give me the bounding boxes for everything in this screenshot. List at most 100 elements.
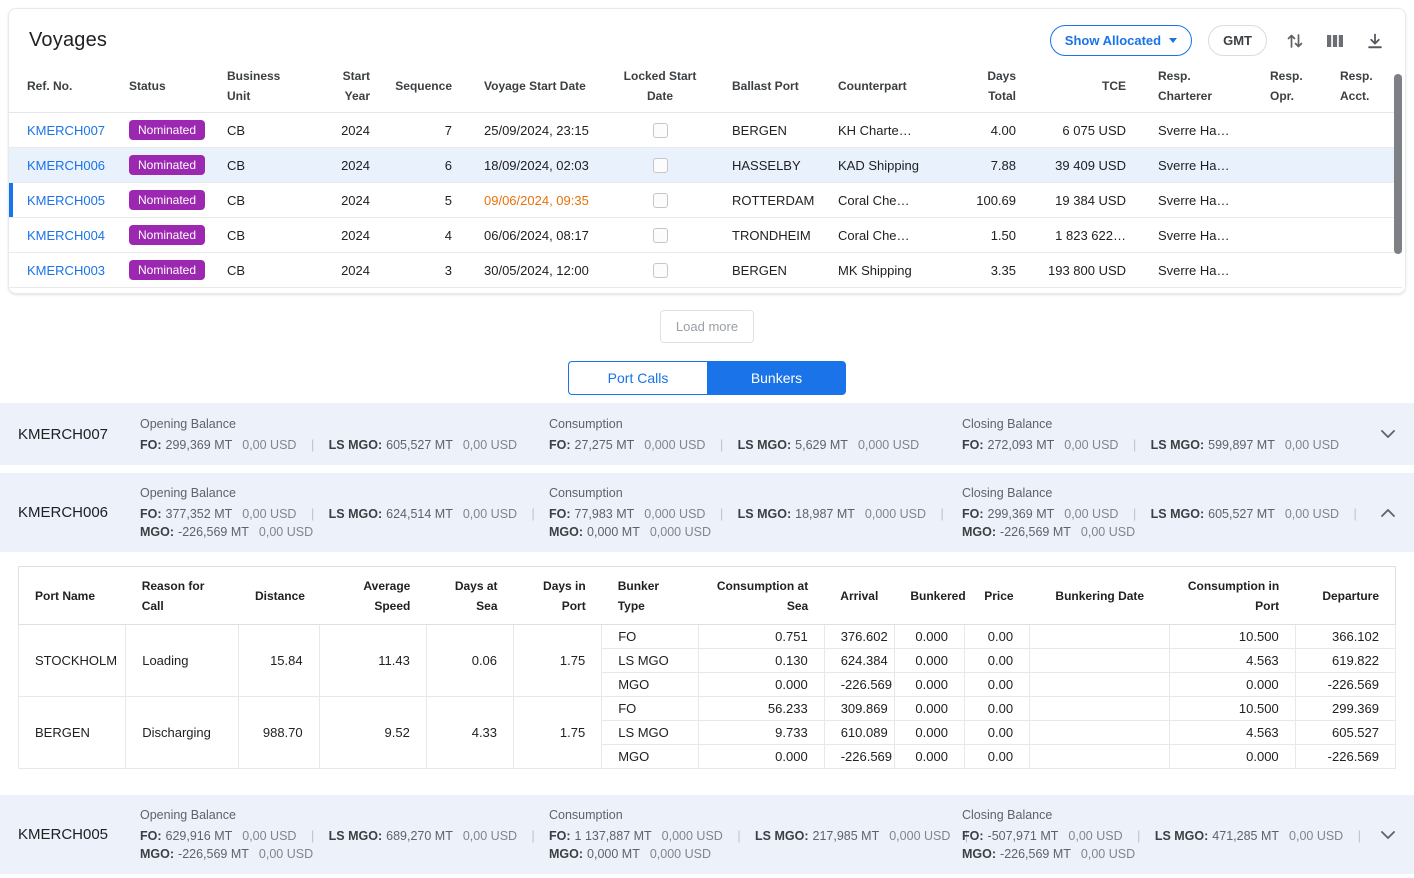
cell-departure: 605.527 <box>1295 721 1395 745</box>
voyage-ref-link[interactable]: KMERCH003 <box>27 263 105 278</box>
voyage-ref-link[interactable]: KMERCH007 <box>27 123 105 138</box>
voyage-ref-link[interactable]: KMERCH004 <box>27 228 105 243</box>
expand-chevron-icon[interactable] <box>1378 825 1398 845</box>
cell-voyage-start-date: 30/05/2024, 12:00 <box>468 253 604 288</box>
cell-bunker-type: MGO <box>602 673 699 697</box>
col-sequence[interactable]: Sequence <box>378 60 468 113</box>
columns-icon[interactable] <box>1323 29 1347 53</box>
cell-resp-charterer: Sverre Ha… <box>1142 218 1254 253</box>
cell-days-in-port: 1.75 <box>514 625 602 697</box>
cell-arrival: 624.384 <box>824 649 894 673</box>
cell-port-name: STOCKHOLM <box>19 625 126 697</box>
consumption-group: Consumption FO:27,275 MT0,000 USD | LS M… <box>549 415 962 454</box>
expand-chevron-icon[interactable] <box>1378 424 1398 444</box>
cell-resp-opr <box>1254 253 1332 288</box>
cell-start-year: 2024 <box>324 113 378 148</box>
locked-start-date-checkbox[interactable] <box>653 193 668 208</box>
table-row[interactable]: KMERCH006 Nominated CB 2024 6 18/09/2024… <box>9 148 1402 183</box>
sort-icon[interactable] <box>1283 29 1307 53</box>
table-row[interactable]: KMERCH003 Nominated CB 2024 3 30/05/2024… <box>9 253 1402 288</box>
cell-price: 0.00 <box>964 721 1029 745</box>
show-allocated-dropdown[interactable]: Show Allocated <box>1050 25 1192 56</box>
cell-status: Nominated <box>113 253 211 288</box>
load-more-button[interactable]: Load more <box>660 310 754 343</box>
cell-resp-acct <box>1332 253 1402 288</box>
download-icon[interactable] <box>1363 29 1387 53</box>
col-start-year[interactable]: Start Year <box>324 60 378 113</box>
cell-tce: 39 409 USD <box>1032 148 1142 183</box>
col-ballast-port[interactable]: Ballast Port <box>716 60 822 113</box>
col-average-speed: Average Speed <box>319 567 426 625</box>
cell-days-at-sea: 4.33 <box>426 697 513 769</box>
cell-voyage-start-date: 09/06/2024, 09:35 <box>468 183 604 218</box>
table-row[interactable]: KMERCH005 Nominated CB 2024 5 09/06/2024… <box>9 183 1402 218</box>
tab-port-calls[interactable]: Port Calls <box>568 361 707 395</box>
table-row[interactable]: KMERCH004 Nominated CB 2024 4 06/06/2024… <box>9 218 1402 253</box>
collapse-chevron-icon[interactable] <box>1378 503 1398 523</box>
timezone-button[interactable]: GMT <box>1208 25 1267 56</box>
cell-bunkered: 0.000 <box>894 673 964 697</box>
col-days-in-port: Days in Port <box>514 567 602 625</box>
col-departure: Departure <box>1295 567 1395 625</box>
cell-departure: -226.569 <box>1295 745 1395 769</box>
cell-reason: Loading <box>126 625 239 697</box>
cell-days-at-sea: 0.06 <box>426 625 513 697</box>
cell-resp-opr <box>1254 148 1332 183</box>
col-status[interactable]: Status <box>113 60 211 113</box>
table-row[interactable]: KMERCH007 Nominated CB 2024 7 25/09/2024… <box>9 113 1402 148</box>
col-resp-acct[interactable]: Resp. Acct. <box>1332 60 1402 113</box>
col-resp-opr[interactable]: Resp. Opr. <box>1254 60 1332 113</box>
port-calls-bunker-table-wrap: Port Name Reason for Call Distance Avera… <box>0 552 1414 789</box>
tab-bunkers[interactable]: Bunkers <box>707 361 846 395</box>
col-counterpart[interactable]: Counterpart <box>822 60 944 113</box>
bunker-section-kmerch006[interactable]: KMERCH006 Opening Balance FO:377,352 MT0… <box>0 473 1414 552</box>
col-consumption-at-sea: Consumption at Sea <box>699 567 824 625</box>
cell-bunkered: 0.000 <box>894 745 964 769</box>
voyage-ref-link[interactable]: KMERCH006 <box>27 158 105 173</box>
bunker-section-kmerch007[interactable]: KMERCH007 Opening Balance FO:299,369 MT0… <box>0 403 1414 465</box>
cell-ref: KMERCH004 <box>9 218 113 253</box>
cell-status: Nominated <box>113 113 211 148</box>
cell-price: 0.00 <box>964 673 1029 697</box>
cell-consumption-in-port: 10.500 <box>1170 625 1295 649</box>
cell-days-total: 3.35 <box>944 253 1032 288</box>
status-badge: Nominated <box>129 260 205 280</box>
cell-sequence: 5 <box>378 183 468 218</box>
cell-bunker-type: FO <box>602 625 699 649</box>
cell-bunkering-date <box>1030 745 1170 769</box>
bunker-section-kmerch005[interactable]: KMERCH005 Opening Balance FO:629,916 MT0… <box>0 795 1414 874</box>
cell-resp-acct <box>1332 183 1402 218</box>
cell-arrival: 376.602 <box>824 625 894 649</box>
cell-resp-opr <box>1254 113 1332 148</box>
col-resp-charterer[interactable]: Resp. Charterer <box>1142 60 1254 113</box>
cell-business-unit: CB <box>211 218 324 253</box>
cell-status: Nominated <box>113 183 211 218</box>
col-business-unit[interactable]: Business Unit <box>211 60 324 113</box>
bunker-row: BERGEN Discharging 988.70 9.52 4.33 1.75… <box>19 697 1396 721</box>
col-ref-no[interactable]: Ref. No. <box>9 60 113 113</box>
col-days-total[interactable]: Days Total <box>944 60 1032 113</box>
vertical-scrollbar[interactable] <box>1394 74 1402 254</box>
cell-bunkered: 0.000 <box>894 625 964 649</box>
page-title: Voyages <box>29 29 107 52</box>
col-bunkered: Bunkered <box>894 567 964 625</box>
cell-price: 0.00 <box>964 697 1029 721</box>
locked-start-date-checkbox[interactable] <box>653 228 668 243</box>
cell-bunkering-date <box>1030 721 1170 745</box>
cell-sequence: 4 <box>378 218 468 253</box>
col-locked-start-date[interactable]: Locked Start Date <box>604 60 716 113</box>
status-badge: Nominated <box>129 225 205 245</box>
cell-bunkering-date <box>1030 673 1170 697</box>
col-voyage-start-date[interactable]: Voyage Start Date <box>468 60 604 113</box>
cell-locked <box>604 218 716 253</box>
cell-consumption-in-port: 4.563 <box>1170 721 1295 745</box>
locked-start-date-checkbox[interactable] <box>653 158 668 173</box>
locked-start-date-checkbox[interactable] <box>653 263 668 278</box>
cell-bunkering-date <box>1030 649 1170 673</box>
cell-price: 0.00 <box>964 649 1029 673</box>
voyage-ref-link[interactable]: KMERCH005 <box>27 193 105 208</box>
cell-resp-acct <box>1332 113 1402 148</box>
col-tce[interactable]: TCE <box>1032 60 1142 113</box>
cell-resp-charterer: Sverre Ha… <box>1142 113 1254 148</box>
locked-start-date-checkbox[interactable] <box>653 123 668 138</box>
